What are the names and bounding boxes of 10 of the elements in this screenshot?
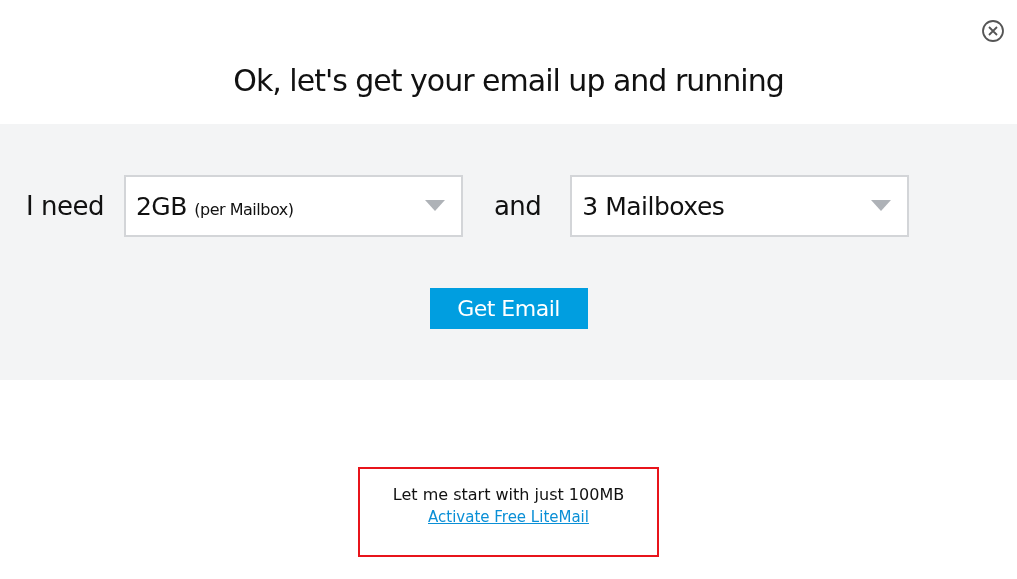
offer-text: Let me start with just 100MB	[392, 485, 625, 504]
mailbox-select[interactable]: 3 Mailboxes	[570, 175, 910, 237]
close-icon[interactable]	[981, 19, 1005, 43]
activate-link[interactable]: Activate Free LiteMail	[428, 508, 589, 526]
page-title: Ok, let's get your email up and running	[233, 63, 784, 98]
form-label: and	[493, 191, 542, 221]
caret-icon	[424, 200, 445, 212]
caret-icon	[871, 200, 892, 212]
form-label: I need	[26, 191, 104, 221]
storage-select[interactable]: 2GB (per Mailbox)	[123, 175, 463, 237]
